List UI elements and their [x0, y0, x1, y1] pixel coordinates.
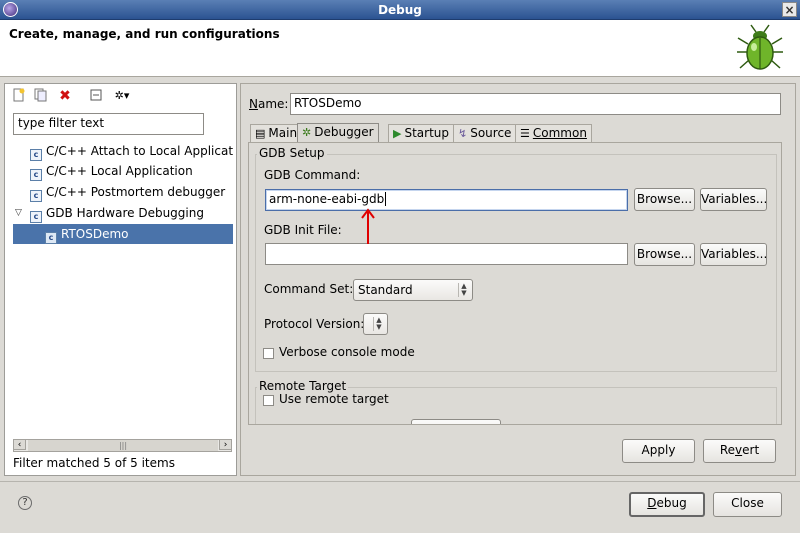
c-config-icon: c: [30, 190, 42, 202]
c-config-icon: c: [30, 169, 42, 181]
verbose-console-checkbox[interactable]: [263, 348, 274, 359]
c-config-icon: c: [30, 149, 42, 161]
use-remote-target-label: Use remote target: [279, 392, 389, 406]
gdb-command-label: GDB Command:: [264, 168, 361, 182]
protocol-version-label: Protocol Version:: [264, 317, 365, 331]
debug-button[interactable]: Debug: [629, 492, 705, 517]
tree-item-postmortem[interactable]: c C/C++ Postmortem debugger: [30, 182, 234, 202]
expand-twisty-icon[interactable]: ▽: [15, 208, 22, 218]
filter-status-text: Filter matched 5 of 5 items: [13, 456, 175, 470]
verbose-console-label: Verbose console mode: [279, 345, 415, 359]
close-button[interactable]: Close: [713, 492, 782, 517]
window-title: Debug: [378, 3, 422, 17]
scroll-right-icon[interactable]: ›: [219, 439, 232, 450]
duplicate-icon[interactable]: [33, 88, 49, 104]
clipped-combo[interactable]: [411, 419, 501, 424]
variables-command-button[interactable]: Variables...: [700, 188, 767, 211]
debug-bug-icon: [737, 24, 783, 70]
use-remote-target-checkbox[interactable]: [263, 395, 274, 406]
tab-main[interactable]: ▤ Main: [250, 124, 303, 142]
c-config-icon: c: [30, 211, 42, 223]
tree-item-label: C/C++ Attach to Local Applicatio: [46, 144, 234, 158]
gdb-setup-title: GDB Setup: [257, 146, 327, 160]
gdb-init-file-input[interactable]: [265, 243, 628, 265]
startup-tab-icon: ▶: [393, 127, 402, 140]
spinner-arrows-icon: ▲ ▼: [458, 283, 469, 297]
help-icon[interactable]: ?: [18, 496, 32, 510]
tree-item-label: RTOSDemo: [61, 227, 129, 241]
protocol-version-select[interactable]: ▲ ▼: [363, 313, 388, 335]
command-set-label: Command Set:: [264, 282, 354, 296]
filter-icon[interactable]: ✲▾: [110, 88, 134, 104]
debugger-tab-icon: ✲: [302, 126, 312, 139]
window-close-icon[interactable]: ×: [782, 2, 797, 17]
banner-heading: Create, manage, and run configurations: [9, 27, 280, 41]
command-set-select[interactable]: Standard ▲ ▼: [353, 279, 473, 301]
tree-item-attach-local[interactable]: c C/C++ Attach to Local Applicatio: [30, 141, 234, 161]
collapse-all-icon[interactable]: [88, 88, 104, 104]
tree-item-label: GDB Hardware Debugging: [46, 206, 204, 220]
tab-source[interactable]: ↯ Source: [453, 124, 517, 142]
delete-icon[interactable]: ✖: [57, 88, 73, 104]
c-config-icon: c: [45, 232, 57, 244]
tab-debugger[interactable]: ✲ Debugger: [297, 123, 379, 143]
revert-button[interactable]: Revert: [703, 439, 776, 463]
tree-item-label: C/C++ Postmortem debugger: [46, 185, 226, 199]
main-tab-icon: ▤: [255, 127, 266, 140]
tab-common[interactable]: ☰ Common: [515, 124, 592, 142]
variables-init-button[interactable]: Variables...: [700, 243, 767, 266]
gdb-init-file-label: GDB Init File:: [264, 223, 342, 237]
annotation-arrow-icon: [361, 208, 375, 244]
tree-horizontal-scrollbar[interactable]: ‹ ||| ›: [13, 439, 232, 452]
scroll-left-icon[interactable]: ‹: [13, 439, 26, 450]
browse-init-button[interactable]: Browse...: [634, 243, 695, 266]
apply-button[interactable]: Apply: [622, 439, 695, 463]
tree-item-label: C/C++ Local Application: [46, 164, 193, 178]
scrollbar-thumb[interactable]: |||: [28, 440, 218, 451]
dialog-banner: Create, manage, and run configurations: [0, 20, 800, 77]
spinner-arrows-icon: ▲ ▼: [373, 317, 384, 331]
name-label: Name:: [249, 97, 289, 111]
tree-item-rtosdemo[interactable]: c RTOSDemo: [13, 224, 233, 244]
filter-input[interactable]: type filter text: [13, 113, 204, 135]
new-config-icon[interactable]: [11, 88, 27, 104]
debugger-tab-content: GDB Setup GDB Command: arm-none-eabi-gdb…: [248, 142, 782, 425]
tree-item-gdb-hardware[interactable]: c GDB Hardware Debugging: [30, 203, 234, 223]
window-titlebar: Debug ×: [0, 0, 800, 20]
footer-separator: [0, 481, 800, 482]
tree-item-local-application[interactable]: c C/C++ Local Application: [30, 161, 234, 181]
source-tab-icon: ↯: [458, 127, 468, 140]
tab-startup[interactable]: ▶ Startup: [388, 124, 455, 142]
common-tab-icon: ☰: [520, 127, 530, 140]
gdb-command-input[interactable]: arm-none-eabi-gdb: [265, 189, 628, 211]
browse-command-button[interactable]: Browse...: [634, 188, 695, 211]
config-name-input[interactable]: RTOSDemo: [290, 93, 781, 115]
remote-target-title: Remote Target: [257, 379, 349, 393]
